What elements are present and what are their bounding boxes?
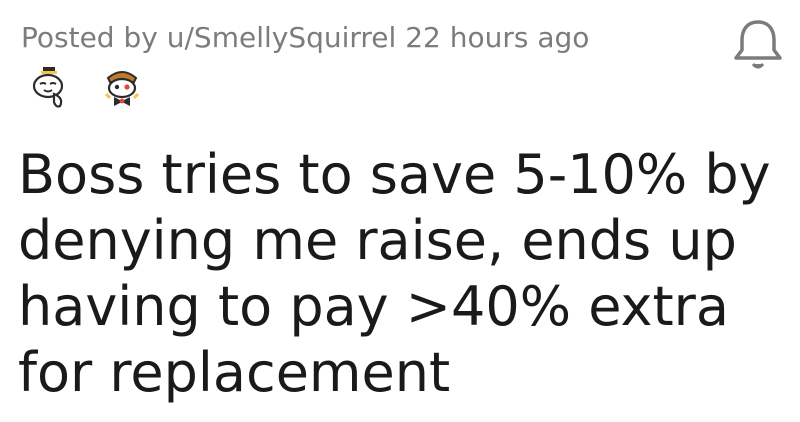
awards-row <box>26 64 146 112</box>
post-card: Posted by u/SmellySquirrel 22 hours ago <box>0 0 800 422</box>
posted-by-label: Posted by <box>21 21 158 54</box>
post-title[interactable]: Boss tries to save 5-10% by denying me r… <box>18 142 788 406</box>
wholesome-seal-icon[interactable] <box>26 64 74 112</box>
bell-icon[interactable] <box>726 12 790 76</box>
post-meta: Posted by u/SmellySquirrel 22 hours ago <box>21 18 589 58</box>
tophat-award-icon[interactable] <box>98 64 146 112</box>
post-timestamp: 22 hours ago <box>405 21 590 54</box>
author-username[interactable]: u/SmellySquirrel <box>167 21 397 54</box>
